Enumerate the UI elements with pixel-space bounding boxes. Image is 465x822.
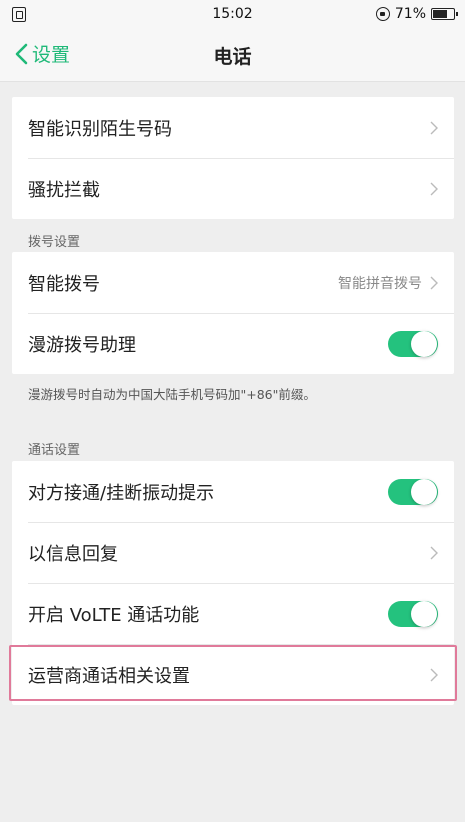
row-label: 智能拨号 [28,273,100,295]
row-harassment-block[interactable]: 骚扰拦截 [12,158,454,219]
row-reply-message[interactable]: 以信息回复 [12,522,454,583]
group-security: 智能识别陌生号码 骚扰拦截 [12,97,454,219]
vibrate-toggle[interactable] [388,478,438,505]
row-volte: 开启 VoLTE 通话功能 [12,583,454,644]
battery-icon [431,8,458,20]
group-dial: 智能拨号 智能拼音拨号 漫游拨号助理 [12,252,454,374]
page-title: 电话 [213,46,252,68]
chevron-right-icon [430,546,438,559]
row-smart-dial[interactable]: 智能拨号 智能拼音拨号 [12,252,454,313]
rotation-lock-icon [375,7,390,21]
section-header-call: 通话设置 [28,443,81,458]
row-label: 漫游拨号助理 [28,334,136,356]
navigation-bar: 设置 电话 [0,30,465,82]
chevron-right-icon [430,121,438,134]
status-bar: 15:02 71% [0,0,465,30]
smart-dial-value: 智能拼音拨号 [338,275,422,292]
row-label: 智能识别陌生号码 [28,118,172,140]
top-bar: 15:02 71% 设置 电话 [0,0,465,82]
row-label: 对方接通/挂断振动提示 [28,482,215,504]
row-label: 开启 VoLTE 通话功能 [28,604,200,626]
phone-screen: 15:02 71% 设置 电话 智能识别陌生号码 骚扰拦截 拨号设置 智能拨号 … [0,0,465,822]
battery-percent: 71% [394,6,426,22]
chevron-right-icon [430,182,438,195]
chevron-right-icon [430,276,438,289]
status-right: 71% [375,6,458,22]
row-roaming-assistant: 漫游拨号助理 [12,313,454,374]
row-label: 骚扰拦截 [28,179,100,201]
roaming-toggle[interactable] [388,330,438,357]
volte-toggle[interactable] [388,600,438,627]
row-unknown-number[interactable]: 智能识别陌生号码 [12,97,454,158]
roaming-note: 漫游拨号时自动为中国大陆手机号码加"+86"前缀。 [28,387,316,402]
highlight-box [9,645,457,701]
row-label: 以信息回复 [28,543,118,565]
section-header-dial: 拨号设置 [28,235,81,250]
row-vibrate-hint: 对方接通/挂断振动提示 [12,461,454,522]
